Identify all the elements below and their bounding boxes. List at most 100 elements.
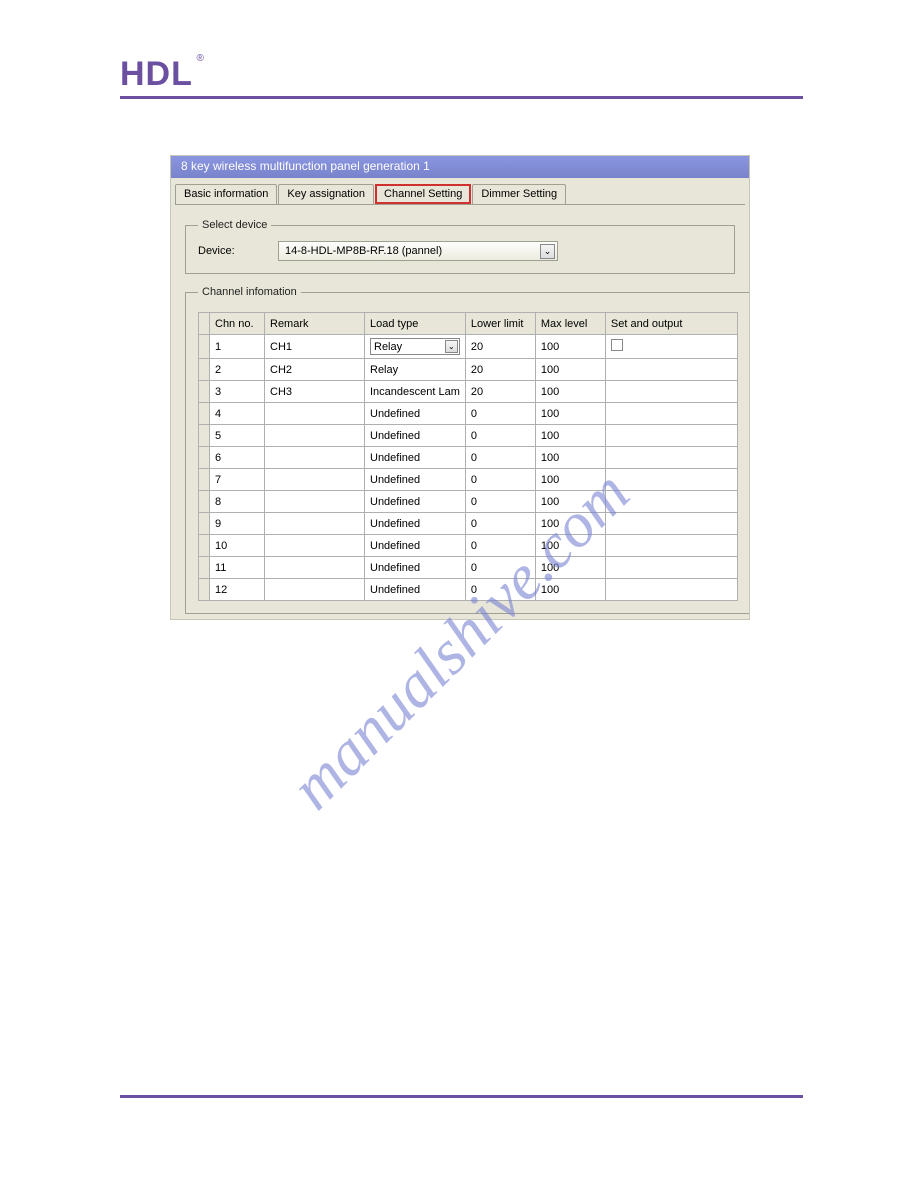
- row-handle: [199, 491, 210, 513]
- tab-key-assignation[interactable]: Key assignation: [278, 184, 374, 204]
- cell-load[interactable]: Undefined: [365, 491, 466, 513]
- cell-set[interactable]: [605, 535, 737, 557]
- cell-max[interactable]: 100: [535, 491, 605, 513]
- table-row[interactable]: 8 Undefined0100: [199, 491, 738, 513]
- cell-load[interactable]: Undefined: [365, 403, 466, 425]
- cell-remark[interactable]: [265, 513, 365, 535]
- cell-chn[interactable]: 10: [210, 535, 265, 557]
- cell-lower[interactable]: 0: [465, 557, 535, 579]
- cell-lower[interactable]: 0: [465, 513, 535, 535]
- cell-set[interactable]: [605, 469, 737, 491]
- cell-remark[interactable]: [265, 425, 365, 447]
- cell-lower[interactable]: 0: [465, 447, 535, 469]
- cell-set[interactable]: [605, 381, 737, 403]
- cell-set[interactable]: [605, 403, 737, 425]
- cell-load[interactable]: Undefined: [365, 557, 466, 579]
- cell-set[interactable]: [605, 359, 737, 381]
- table-row[interactable]: 10 Undefined0100: [199, 535, 738, 557]
- table-row[interactable]: 3CH3Incandescent Lam20100: [199, 381, 738, 403]
- cell-max[interactable]: 100: [535, 535, 605, 557]
- cell-load[interactable]: Relay⌄: [365, 335, 466, 359]
- table-row[interactable]: 9 Undefined0100: [199, 513, 738, 535]
- cell-max[interactable]: 100: [535, 359, 605, 381]
- cell-max[interactable]: 100: [535, 579, 605, 601]
- cell-chn[interactable]: 9: [210, 513, 265, 535]
- tab-channel-setting[interactable]: Channel Setting: [375, 184, 471, 204]
- cell-remark[interactable]: CH3: [265, 381, 365, 403]
- table-row[interactable]: 11 Undefined0100: [199, 557, 738, 579]
- channel-table: Chn no. Remark Load type Lower limit Max…: [198, 312, 738, 601]
- cell-chn[interactable]: 5: [210, 425, 265, 447]
- cell-max[interactable]: 100: [535, 403, 605, 425]
- cell-chn[interactable]: 12: [210, 579, 265, 601]
- cell-remark[interactable]: [265, 491, 365, 513]
- cell-chn[interactable]: 4: [210, 403, 265, 425]
- cell-chn[interactable]: 6: [210, 447, 265, 469]
- cell-lower[interactable]: 0: [465, 425, 535, 447]
- cell-chn[interactable]: 3: [210, 381, 265, 403]
- table-row[interactable]: 7 Undefined0100: [199, 469, 738, 491]
- cell-chn[interactable]: 7: [210, 469, 265, 491]
- cell-remark[interactable]: CH2: [265, 359, 365, 381]
- table-row[interactable]: 5 Undefined0100: [199, 425, 738, 447]
- cell-max[interactable]: 100: [535, 425, 605, 447]
- set-output-checkbox[interactable]: [611, 339, 623, 351]
- cell-max[interactable]: 100: [535, 335, 605, 359]
- cell-remark[interactable]: [265, 557, 365, 579]
- table-row[interactable]: 12 Undefined0100: [199, 579, 738, 601]
- cell-set[interactable]: [605, 491, 737, 513]
- cell-max[interactable]: 100: [535, 513, 605, 535]
- load-value: Relay: [374, 341, 402, 353]
- cell-chn[interactable]: 8: [210, 491, 265, 513]
- cell-chn[interactable]: 1: [210, 335, 265, 359]
- cell-lower[interactable]: 20: [465, 359, 535, 381]
- tab-dimmer-setting[interactable]: Dimmer Setting: [472, 184, 566, 204]
- cell-load[interactable]: Undefined: [365, 535, 466, 557]
- cell-remark[interactable]: CH1: [265, 335, 365, 359]
- cell-set[interactable]: [605, 335, 737, 359]
- cell-set[interactable]: [605, 579, 737, 601]
- cell-lower[interactable]: 0: [465, 469, 535, 491]
- cell-load[interactable]: Undefined: [365, 513, 466, 535]
- cell-lower[interactable]: 20: [465, 335, 535, 359]
- cell-load[interactable]: Undefined: [365, 579, 466, 601]
- cell-set[interactable]: [605, 557, 737, 579]
- cell-remark[interactable]: [265, 579, 365, 601]
- cell-max[interactable]: 100: [535, 469, 605, 491]
- cell-remark[interactable]: [265, 535, 365, 557]
- row-handle: [199, 447, 210, 469]
- cell-load[interactable]: Incandescent Lam: [365, 381, 466, 403]
- cell-max[interactable]: 100: [535, 557, 605, 579]
- table-row[interactable]: 2CH2Relay20100: [199, 359, 738, 381]
- tab-basic-information[interactable]: Basic information: [175, 184, 277, 204]
- cell-remark[interactable]: [265, 447, 365, 469]
- channel-info-group: Channel infomation Chn no. Remark Load t…: [185, 286, 750, 614]
- cell-lower[interactable]: 0: [465, 491, 535, 513]
- row-handle: [199, 335, 210, 359]
- cell-load[interactable]: Undefined: [365, 447, 466, 469]
- cell-max[interactable]: 100: [535, 381, 605, 403]
- cell-load[interactable]: Undefined: [365, 425, 466, 447]
- cell-set[interactable]: [605, 513, 737, 535]
- cell-lower[interactable]: 0: [465, 403, 535, 425]
- cell-load[interactable]: Relay: [365, 359, 466, 381]
- cell-max[interactable]: 100: [535, 447, 605, 469]
- load-type-select[interactable]: Relay⌄: [370, 338, 460, 355]
- table-row[interactable]: 6 Undefined0100: [199, 447, 738, 469]
- row-handle: [199, 513, 210, 535]
- cell-remark[interactable]: [265, 403, 365, 425]
- cell-lower[interactable]: 20: [465, 381, 535, 403]
- cell-remark[interactable]: [265, 469, 365, 491]
- cell-lower[interactable]: 0: [465, 579, 535, 601]
- row-handle: [199, 557, 210, 579]
- cell-set[interactable]: [605, 425, 737, 447]
- cell-lower[interactable]: 0: [465, 535, 535, 557]
- cell-set[interactable]: [605, 447, 737, 469]
- device-select[interactable]: 14-8-HDL-MP8B-RF.18 (pannel) ⌄: [278, 241, 558, 261]
- cell-chn[interactable]: 2: [210, 359, 265, 381]
- cell-load[interactable]: Undefined: [365, 469, 466, 491]
- table-row[interactable]: 4 Undefined0100: [199, 403, 738, 425]
- table-row[interactable]: 1CH1 Relay⌄ 20100: [199, 335, 738, 359]
- cell-chn[interactable]: 11: [210, 557, 265, 579]
- registered-mark: ®: [197, 53, 205, 64]
